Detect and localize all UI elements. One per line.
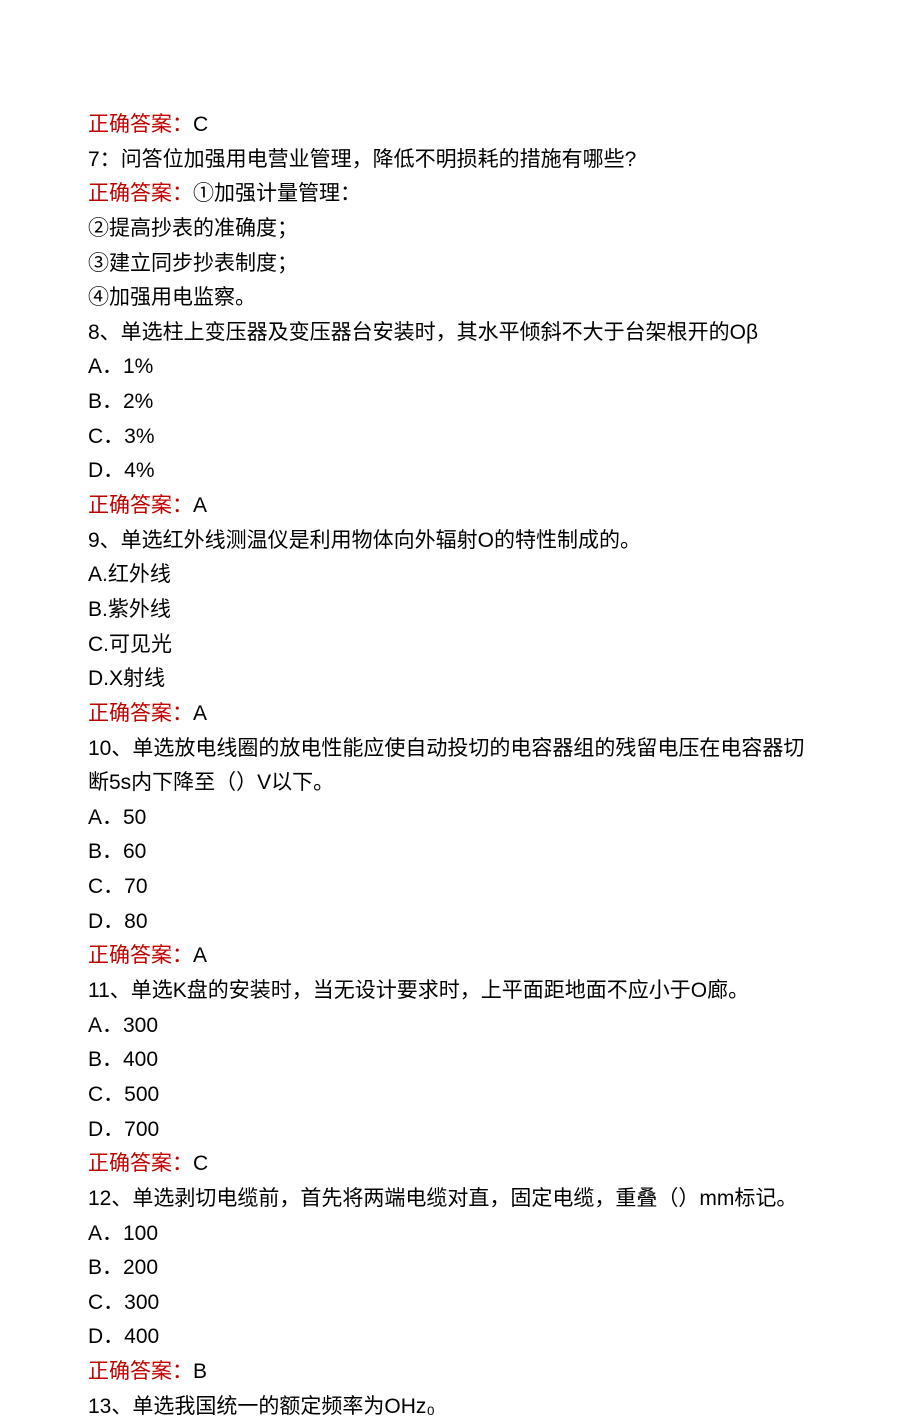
q10-optA: A．50	[88, 801, 832, 836]
q8-optD: D．4%	[88, 454, 832, 489]
question-11: 11、单选K盘的安装时，当无设计要求时，上平面距地面不应小于O廊。	[88, 974, 832, 1009]
answer-line-q10: 正确答案：A	[88, 939, 832, 974]
answer-value: A	[193, 944, 207, 967]
q9-optB: B.紫外线	[88, 593, 832, 628]
q9-optD: D.X射线	[88, 662, 832, 697]
q8-optB: B．2%	[88, 385, 832, 420]
answer-value: A	[193, 494, 207, 517]
question-9: 9、单选红外线测温仪是利用物体向外辐射O的特性制成的。	[88, 524, 832, 559]
answer-value: C	[193, 113, 208, 136]
q11-optB: B．400	[88, 1043, 832, 1078]
q8-optC: C．3%	[88, 420, 832, 455]
answer-line-q12: 正确答案：B	[88, 1355, 832, 1390]
answer-line-q9: 正确答案：A	[88, 697, 832, 732]
question-13: 13、单选我国统一的额定频率为OHz₀	[88, 1390, 832, 1424]
q11-optA: A．300	[88, 1009, 832, 1044]
q12-optB: B．200	[88, 1251, 832, 1286]
question-10-l2: 断5s内下降至（）V以下。	[88, 766, 832, 801]
answer-label: 正确答案：	[88, 113, 193, 136]
q10-optB: B．60	[88, 835, 832, 870]
answer-line-q11: 正确答案：C	[88, 1147, 832, 1182]
q7-line3: ③建立同步抄表制度；	[88, 247, 832, 282]
q7-text: 问答位加强用电营业管理，降低不明损耗的措施有哪些?	[121, 148, 637, 171]
question-10-l1: 10、单选放电线圈的放电性能应使自动投切的电容器组的残留电压在电容器切	[88, 732, 832, 767]
q12-optD: D．400	[88, 1320, 832, 1355]
q12-optA: A．100	[88, 1217, 832, 1252]
q9-optC: C.可见光	[88, 628, 832, 663]
answer-label: 正确答案：	[88, 494, 193, 517]
answer-label: 正确答案：	[88, 702, 193, 725]
q10-optD: D．80	[88, 905, 832, 940]
answer-label: 正确答案：	[88, 944, 193, 967]
q7-line2: ②提高抄表的准确度；	[88, 212, 832, 247]
q11-optC: C．500	[88, 1078, 832, 1113]
q7-line4: ④加强用电监察。	[88, 281, 832, 316]
q8-optA: A．1%	[88, 350, 832, 385]
q11-optD: D．700	[88, 1113, 832, 1148]
answer-label: 正确答案：	[88, 182, 193, 205]
answer-value: B	[193, 1360, 207, 1383]
q9-optA: A.红外线	[88, 558, 832, 593]
question-12: 12、单选剥切电缆前，首先将两端电缆对直，固定电缆，重叠（）mm标记。	[88, 1182, 832, 1217]
q7-prefix: 7：	[88, 148, 121, 171]
document-content: 正确答案：C 7：问答位加强用电营业管理，降低不明损耗的措施有哪些? 正确答案：…	[88, 108, 832, 1424]
answer-label: 正确答案：	[88, 1360, 193, 1383]
q12-optC: C．300	[88, 1286, 832, 1321]
answer-value: ①加强计量管理：	[193, 182, 361, 205]
answer-value: A	[193, 702, 207, 725]
question-7: 7：问答位加强用电营业管理，降低不明损耗的措施有哪些?	[88, 143, 832, 178]
question-8: 8、单选柱上变压器及变压器台安装时，其水平倾斜不大于台架根开的Oβ	[88, 316, 832, 351]
answer-line-q8: 正确答案：A	[88, 489, 832, 524]
answer-label: 正确答案：	[88, 1152, 193, 1175]
answer-value: C	[193, 1152, 208, 1175]
q10-optC: C．70	[88, 870, 832, 905]
answer-line-q7: 正确答案：①加强计量管理：	[88, 177, 832, 212]
answer-line-q6: 正确答案：C	[88, 108, 832, 143]
